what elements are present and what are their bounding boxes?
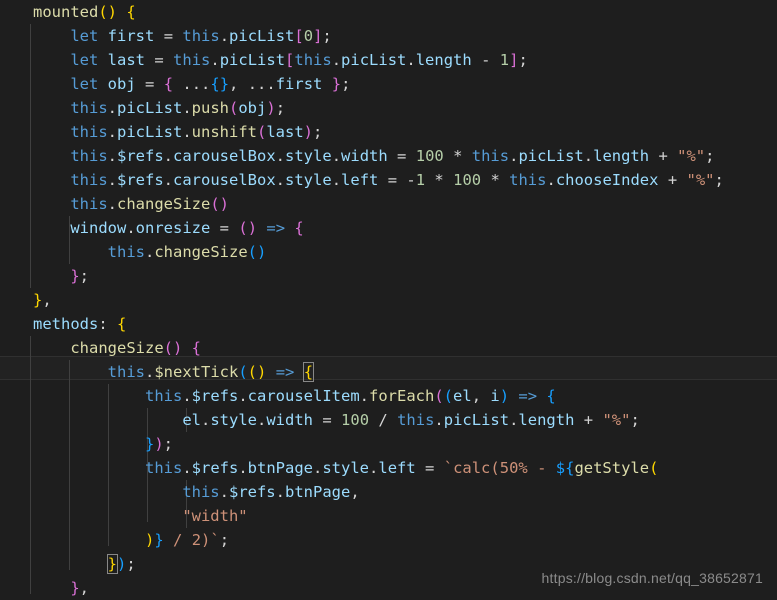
bracket-match-close: } [106,554,119,574]
code-line-4[interactable]: let obj = { ...{}, ...first }; [0,72,777,96]
code-line-6[interactable]: this.picList.unshift(last); [0,120,777,144]
code-line-19[interactable]: }); [0,432,777,456]
code-line-9[interactable]: this.changeSize() [0,192,777,216]
code-line-1[interactable]: mounted() { [0,0,777,24]
code-line-16[interactable]: this.$nextTick(() => { [0,360,777,384]
code-line-18[interactable]: el.style.width = 100 / this.picList.leng… [0,408,777,432]
code-line-14[interactable]: methods: { [0,312,777,336]
code-line-20[interactable]: this.$refs.btnPage.style.left = `calc(50… [0,456,777,480]
code-line-23[interactable]: )} / 2)`; [0,528,777,552]
bracket-match-open: { [302,362,315,382]
code-line-2[interactable]: let first = this.picList[0]; [0,24,777,48]
code-line-22[interactable]: "width" [0,504,777,528]
code-line-12[interactable]: }; [0,264,777,288]
code-line-17[interactable]: this.$refs.carouselItem.forEach((el, i) … [0,384,777,408]
code-line-15[interactable]: changeSize() { [0,336,777,360]
code-text-layer: mounted() { let first = this.picList[0];… [0,0,777,597]
watermark-url: https://blog.csdn.net/qq_38652871 [541,570,763,586]
code-line-3[interactable]: let last = this.picList[this.picList.len… [0,48,777,72]
code-line-5[interactable]: this.picList.push(obj); [0,96,777,120]
code-line-13[interactable]: }, [0,288,777,312]
code-line-21[interactable]: this.$refs.btnPage, [0,480,777,504]
code-editor-surface[interactable]: mounted() { let first = this.picList[0];… [0,0,777,597]
code-line-11[interactable]: this.changeSize() [0,240,777,264]
code-line-7[interactable]: this.$refs.carouselBox.style.width = 100… [0,144,777,168]
code-line-10[interactable]: window.onresize = () => { [0,216,777,240]
code-line-8[interactable]: this.$refs.carouselBox.style.left = -1 *… [0,168,777,192]
